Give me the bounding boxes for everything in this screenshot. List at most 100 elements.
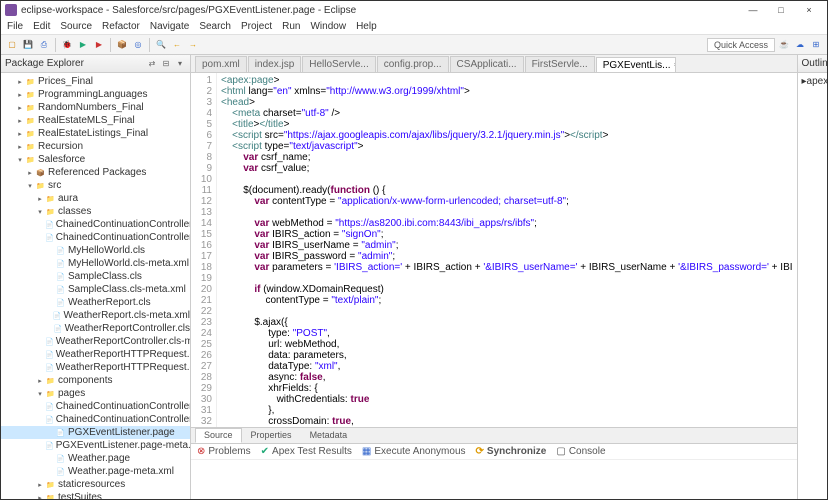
menu-search[interactable]: Search: [199, 21, 231, 32]
menu-help[interactable]: Help: [356, 21, 377, 32]
tree-item[interactable]: ▾📁classes: [1, 205, 190, 218]
code-editor[interactable]: 1234567891011121314151617181920212223242…: [191, 73, 797, 427]
editor-source-tabs: Source Properties Metadata: [191, 427, 797, 443]
minimize-button[interactable]: —: [739, 2, 767, 18]
tree-item[interactable]: ▸📁RandomNumbers_Final: [1, 101, 190, 114]
perspective-other-icon[interactable]: ⊞: [809, 38, 823, 52]
tab-source[interactable]: Source: [195, 428, 242, 443]
editor-tab[interactable]: pom.xml: [195, 56, 247, 72]
tab-apex-test[interactable]: ✔Apex Test Results: [261, 446, 352, 457]
tree-item[interactable]: ▾📁src: [1, 179, 190, 192]
outline-title: Outline: [802, 58, 827, 69]
menu-refactor[interactable]: Refactor: [102, 21, 140, 32]
tree-item[interactable]: ▸📁aura: [1, 192, 190, 205]
menu-edit[interactable]: Edit: [33, 21, 50, 32]
menu-navigate[interactable]: Navigate: [150, 21, 189, 32]
tree-item[interactable]: ▾📁Salesforce: [1, 153, 190, 166]
menubar: File Edit Source Refactor Navigate Searc…: [1, 19, 827, 35]
tree-item[interactable]: 📄Weather.page-meta.xml: [1, 465, 190, 478]
editor-tabs: pom.xmlindex.jspHelloServle...config.pro…: [191, 55, 797, 73]
perspective-force-icon[interactable]: ☁: [793, 38, 807, 52]
editor-tab[interactable]: HelloServle...: [302, 56, 375, 72]
tree-item[interactable]: 📄WeatherReportHTTPRequest.cls: [1, 348, 190, 361]
save-all-icon[interactable]: ⎙: [37, 38, 51, 52]
run-icon[interactable]: ▶: [76, 38, 90, 52]
run-last-icon[interactable]: ▶: [92, 38, 106, 52]
tree-item[interactable]: ▸📦Referenced Packages: [1, 166, 190, 179]
perspective-java-icon[interactable]: ☕: [777, 38, 791, 52]
menu-source[interactable]: Source: [60, 21, 92, 32]
tree-item[interactable]: 📄WeatherReport.cls-meta.xml: [1, 309, 190, 322]
eclipse-icon: [5, 4, 17, 16]
tree-item[interactable]: ▸📁staticresources: [1, 478, 190, 491]
view-menu-icon[interactable]: ▾: [174, 58, 186, 70]
outline-pane: Outline ⇅ ▾ ▸apex:page: [797, 55, 827, 499]
tree-item[interactable]: 📄MyHelloWorld.cls: [1, 244, 190, 257]
tree-item[interactable]: 📄PGXEventListener.page-meta.xml: [1, 439, 190, 452]
menu-file[interactable]: File: [7, 21, 23, 32]
editor-area: pom.xmlindex.jspHelloServle...config.pro…: [191, 55, 797, 499]
window-titlebar: eclipse-workspace - Salesforce/src/pages…: [1, 1, 827, 19]
main-toolbar: ▢ 💾 ⎙ 🐞 ▶ ▶ 📦 ◎ 🔍 ← → Quick Access ☕ ☁ ⊞: [1, 35, 827, 55]
new-package-icon[interactable]: 📦: [115, 38, 129, 52]
tree-item[interactable]: 📄ChainedContinuationControllerPage.page: [1, 400, 190, 413]
tree-item[interactable]: 📄SampleClass.cls-meta.xml: [1, 283, 190, 296]
code-content[interactable]: <apex:page> <html lang="en" xmlns="http:…: [217, 73, 797, 427]
tab-properties[interactable]: Properties: [242, 428, 301, 443]
close-button[interactable]: ×: [795, 2, 823, 18]
bottom-panel: ⊗Problems ✔Apex Test Results ▦Execute An…: [191, 443, 797, 499]
outline-root[interactable]: apex:page: [807, 76, 827, 87]
tree-item[interactable]: 📄WeatherReportHTTPRequest.cls-meta.xml: [1, 361, 190, 374]
tree-item[interactable]: ▸📁components: [1, 374, 190, 387]
package-explorer-tree[interactable]: ▸📁Prices_Final▸📁ProgrammingLanguages▸📁Ra…: [1, 73, 190, 499]
tree-item[interactable]: 📄ChainedContinuationControllerPage.page-…: [1, 413, 190, 426]
editor-tab[interactable]: CSApplicati...: [450, 56, 524, 72]
link-editor-icon[interactable]: ⇄: [146, 58, 158, 70]
package-explorer-title: Package Explorer: [5, 58, 144, 69]
tree-item[interactable]: 📄WeatherReportController.cls-meta.xml: [1, 335, 190, 348]
new-icon[interactable]: ▢: [5, 38, 19, 52]
line-gutter: 1234567891011121314151617181920212223242…: [191, 73, 217, 427]
tab-problems[interactable]: ⊗Problems: [197, 446, 251, 457]
back-icon[interactable]: ←: [170, 38, 184, 52]
tab-metadata[interactable]: Metadata: [301, 428, 357, 443]
tree-item[interactable]: 📄ChainedContinuationController.cls-meta.…: [1, 231, 190, 244]
collapse-all-icon[interactable]: ⊟: [160, 58, 172, 70]
bottom-tabs: ⊗Problems ✔Apex Test Results ▦Execute An…: [191, 444, 797, 460]
editor-tab[interactable]: PGXEventLis...×: [596, 57, 676, 73]
editor-tab[interactable]: config.prop...: [377, 56, 449, 72]
tree-item[interactable]: ▸📁Recursion: [1, 140, 190, 153]
tree-item[interactable]: ▸📁ProgrammingLanguages: [1, 88, 190, 101]
package-explorer-pane: Package Explorer ⇄ ⊟ ▾ ▸📁Prices_Final▸📁P…: [1, 55, 191, 499]
outline-header: Outline ⇅ ▾: [798, 55, 827, 73]
maximize-button[interactable]: □: [767, 2, 795, 18]
debug-icon[interactable]: 🐞: [60, 38, 74, 52]
tree-item[interactable]: ▾📁pages: [1, 387, 190, 400]
menu-run[interactable]: Run: [282, 21, 300, 32]
tree-item[interactable]: ▸📁RealEstateMLS_Final: [1, 114, 190, 127]
tab-synchronize[interactable]: ⟳Synchronize: [476, 446, 547, 457]
menu-project[interactable]: Project: [241, 21, 272, 32]
open-type-icon[interactable]: ◎: [131, 38, 145, 52]
tree-item[interactable]: ▸📁RealEstateListings_Final: [1, 127, 190, 140]
tree-item[interactable]: ▸📁testSuites: [1, 491, 190, 499]
tree-item[interactable]: ▸📁Prices_Final: [1, 75, 190, 88]
search-icon[interactable]: 🔍: [154, 38, 168, 52]
tree-item[interactable]: 📄Weather.page: [1, 452, 190, 465]
tree-item[interactable]: 📄WeatherReportController.cls: [1, 322, 190, 335]
tree-item[interactable]: 📄PGXEventListener.page: [1, 426, 190, 439]
forward-icon[interactable]: →: [186, 38, 200, 52]
outline-tree[interactable]: ▸apex:page: [798, 73, 827, 499]
tab-exec-anon[interactable]: ▦Execute Anonymous: [362, 446, 466, 457]
tree-item[interactable]: 📄WeatherReport.cls: [1, 296, 190, 309]
tab-console[interactable]: ▢Console: [556, 446, 605, 457]
menu-window[interactable]: Window: [310, 21, 346, 32]
tree-item[interactable]: 📄MyHelloWorld.cls-meta.xml: [1, 257, 190, 270]
bottom-content: [191, 460, 797, 499]
quick-access-field[interactable]: Quick Access: [707, 38, 775, 52]
editor-tab[interactable]: index.jsp: [248, 56, 301, 72]
tree-item[interactable]: 📄SampleClass.cls: [1, 270, 190, 283]
editor-tab[interactable]: FirstServle...: [525, 56, 595, 72]
tree-item[interactable]: 📄ChainedContinuationController.cls: [1, 218, 190, 231]
save-icon[interactable]: 💾: [21, 38, 35, 52]
